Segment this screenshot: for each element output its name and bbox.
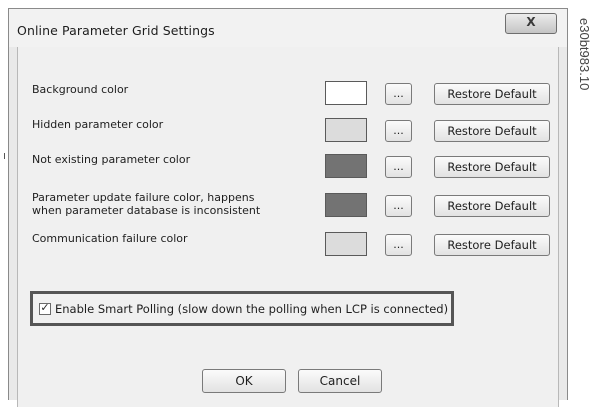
dialog-content: Background color ... Restore Default Hid… [17,47,559,407]
not-existing-parameter-color-label: Not existing parameter color [32,153,191,166]
ok-button[interactable]: OK [202,369,286,393]
update-failure-color-label-line-1: Parameter update failure color, happens [32,191,255,204]
communication-failure-color-label: Communication failure color [32,232,188,245]
smart-polling-label[interactable]: Enable Smart Polling (slow down the poll… [55,302,448,316]
hidden-parameter-color-swatch[interactable] [325,118,367,142]
settings-dialog: Online Parameter Grid Settings X Backgro… [8,8,568,407]
background-color-label: Background color [32,83,129,96]
not-existing-parameter-color-restore-button[interactable]: Restore Default [434,156,550,178]
update-failure-color-swatch[interactable] [325,193,367,217]
background-color-restore-button[interactable]: Restore Default [434,83,550,105]
update-failure-color-browse-button[interactable]: ... [385,195,412,217]
close-icon: X [526,15,536,29]
smart-polling-highlight: ✓ Enable Smart Polling (slow down the po… [30,291,454,326]
cancel-button[interactable]: Cancel [298,369,382,393]
not-existing-parameter-color-browse-button[interactable]: ... [385,156,412,178]
background-color-swatch[interactable] [325,81,367,105]
checkmark-icon: ✓ [40,301,50,314]
update-failure-color-restore-button[interactable]: Restore Default [434,195,550,217]
figure-code: e30bt983.10 [577,18,592,91]
dialog-title: Online Parameter Grid Settings [17,23,215,38]
communication-failure-color-swatch[interactable] [325,232,367,256]
hidden-parameter-color-browse-button[interactable]: ... [385,120,412,142]
title-bar: Online Parameter Grid Settings X [9,9,567,47]
not-existing-parameter-color-swatch[interactable] [325,154,367,178]
communication-failure-color-restore-button[interactable]: Restore Default [434,234,550,256]
smart-polling-checkbox[interactable]: ✓ [39,301,51,315]
close-button[interactable]: X [505,13,557,34]
background-color-browse-button[interactable]: ... [385,83,412,105]
hidden-parameter-color-restore-button[interactable]: Restore Default [434,120,550,142]
margin-tick-mark [4,153,5,159]
communication-failure-color-browse-button[interactable]: ... [385,234,412,256]
hidden-parameter-color-label: Hidden parameter color [32,118,164,131]
update-failure-color-label-line-2: when parameter database is inconsistent [32,204,261,217]
